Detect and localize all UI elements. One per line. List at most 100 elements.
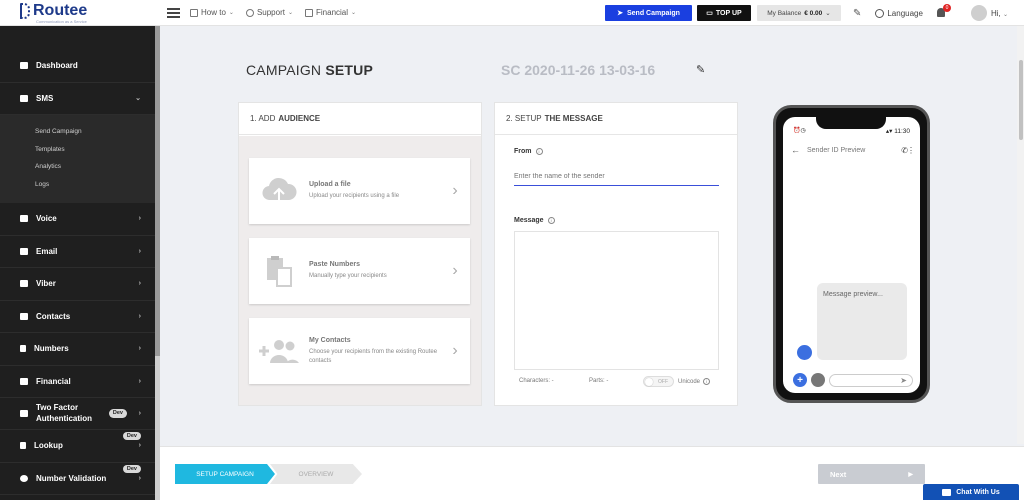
brand-logo[interactable]: Routee Communication as a Service (0, 2, 155, 24)
envelope-icon (20, 247, 28, 255)
info-icon[interactable]: i (703, 378, 711, 385)
page-title: CAMPAIGN SETUP (246, 62, 374, 78)
user-menu[interactable]: Hi, ⌄ (991, 9, 1008, 18)
sidebar-item-sms[interactable]: SMS ⌄ (0, 83, 155, 115)
cloud-upload-icon (249, 176, 309, 206)
chevron-right-icon: › (452, 182, 458, 199)
chevron-right-icon: › (138, 442, 141, 450)
wizard-bar: OVERVIEW SETUP CAMPAIGN Next ▶ (160, 446, 1024, 500)
parts-count: Parts: - (589, 378, 609, 384)
next-button[interactable]: Next ▶ (818, 464, 925, 484)
sidebar-subitem-send-campaign[interactable]: Send Campaign (0, 123, 155, 141)
chevron-down-icon: ⌄ (1002, 11, 1008, 18)
dashboard-icon (20, 62, 28, 70)
main-scrollbar-thumb[interactable] (1019, 60, 1023, 140)
chevron-right-icon: › (138, 280, 141, 288)
paper-plane-icon: ➤ (617, 10, 623, 17)
chevron-right-icon: › (138, 474, 141, 482)
sidebar-item-dashboard[interactable]: Dashboard (0, 50, 155, 83)
language-selector[interactable]: Language (875, 8, 923, 18)
sidebar-item-lookup[interactable]: Lookup Dev › (0, 430, 155, 463)
info-icon[interactable]: i (547, 217, 555, 224)
notifications-bell[interactable]: 0 (936, 4, 951, 18)
globe-icon (875, 8, 885, 18)
sender-name-input[interactable] (514, 167, 719, 186)
send-campaign-button[interactable]: ➤ Send Campaign (605, 5, 692, 21)
sidebar-item-label: Email (36, 246, 58, 256)
top-up-button[interactable]: ▭ TOP UP (697, 5, 751, 21)
dev-badge: Dev (122, 432, 141, 440)
greeting: Hi, (990, 8, 1001, 18)
voice-icon (20, 215, 28, 223)
chat-with-us-button[interactable]: Chat With Us (923, 484, 1019, 500)
chevron-right-icon: › (138, 215, 141, 223)
card-desc: Upload your recipients using a file (309, 193, 400, 200)
balance-label: My Balance (767, 9, 802, 17)
sidebar-item-voice[interactable]: Voice › (0, 203, 155, 236)
card-desc: Manually type your recipients (309, 273, 387, 280)
sidebar-item-viber[interactable]: Viber › (0, 268, 155, 301)
chevron-down-icon: ⌄ (825, 10, 831, 17)
mobile-icon (20, 345, 26, 353)
sidebar-item-financial[interactable]: Financial › (0, 366, 155, 398)
magic-wand-icon[interactable]: ✎ (853, 8, 861, 19)
upload-file-card[interactable]: Upload a file Upload your recipients usi… (249, 158, 470, 224)
audience-panel: 1. ADD AUDIENCE Upload a file Upload you… (238, 102, 482, 406)
dev-badge: Dev (108, 408, 127, 419)
nav-how-to[interactable]: How to ⌄ (190, 8, 234, 17)
phone-notch (816, 117, 886, 129)
sidebar-item-numbers[interactable]: Numbers › (0, 333, 155, 366)
message-preview-bubble: Message preview... (817, 283, 907, 360)
menu-toggle-icon[interactable] (167, 7, 180, 18)
phone-time: 11:30 (894, 128, 910, 135)
chevron-down-icon: ⌄ (351, 10, 357, 16)
support-icon (245, 8, 254, 17)
camera-icon (811, 373, 825, 387)
from-label: From i (514, 148, 543, 155)
compose-field: ➤ (829, 373, 913, 387)
sidebar-item-label: Financial (36, 376, 71, 386)
unicode-toggle[interactable]: OFF (643, 376, 674, 387)
play-arrow-icon: ▶ (908, 471, 913, 478)
brand-tagline: Communication as a Service (36, 18, 87, 24)
chat-icon (942, 488, 952, 496)
sidebar: Dashboard SMS ⌄ Send Campaign Templates … (0, 26, 155, 500)
language-label: Language (887, 8, 923, 18)
status-icons: ⏰◷ (793, 128, 806, 134)
unicode-label: Unicode i (678, 378, 711, 385)
phone-preview: ⏰◷ ▴▾ 11:30 ← Sender ID Preview ✆ ⋮ Mess… (773, 105, 930, 403)
message-textarea[interactable] (514, 231, 719, 370)
step-overview[interactable]: OVERVIEW (270, 464, 362, 484)
avatar[interactable] (970, 5, 987, 21)
phone-compose-bar: + ➤ (793, 373, 913, 387)
sender-preview: Sender ID Preview (807, 146, 866, 154)
audience-panel-header: 1. ADD AUDIENCE (239, 103, 481, 135)
paste-numbers-card[interactable]: Paste Numbers Manually type your recipie… (249, 238, 470, 304)
sidebar-item-email[interactable]: Email › (0, 236, 155, 268)
sidebar-item-number-validation[interactable]: Number Validation Dev › (0, 463, 155, 495)
balance-value: € 0.00 (804, 9, 823, 17)
step-setup-campaign[interactable]: SETUP CAMPAIGN (175, 464, 275, 484)
hourglass-icon (20, 442, 26, 450)
message-label: Message i (514, 217, 555, 224)
balance-dropdown[interactable]: My Balance € 0.00 ⌄ (757, 5, 841, 21)
chevron-down-icon: ⌄ (287, 10, 293, 16)
sidebar-item-contacts[interactable]: Contacts › (0, 301, 155, 333)
sidebar-item-two-factor[interactable]: Two Factor Authentication Dev › (0, 398, 155, 430)
nav-financial[interactable]: Financial ⌄ (305, 8, 356, 17)
next-label: Next (830, 469, 847, 479)
add-users-icon (249, 337, 309, 365)
phone-icon (20, 280, 28, 288)
routee-logo-icon (20, 2, 30, 19)
brand-name: Routee (33, 1, 88, 19)
sidebar-subitem-templates[interactable]: Templates (0, 141, 155, 159)
nav-support[interactable]: Support ⌄ (245, 8, 293, 17)
nav-how-to-label: How to (201, 8, 226, 17)
info-icon[interactable]: i (535, 148, 543, 155)
phone-screen: ⏰◷ ▴▾ 11:30 ← Sender ID Preview ✆ ⋮ Mess… (783, 117, 920, 393)
sidebar-subitem-analytics[interactable]: Analytics (0, 158, 155, 176)
characters-count: Characters: - (519, 378, 554, 384)
sidebar-subitem-logs[interactable]: Logs (0, 176, 155, 194)
my-contacts-card[interactable]: My Contacts Choose your recipients from … (249, 318, 470, 384)
edit-pencil-icon[interactable]: ✎ (696, 63, 705, 76)
